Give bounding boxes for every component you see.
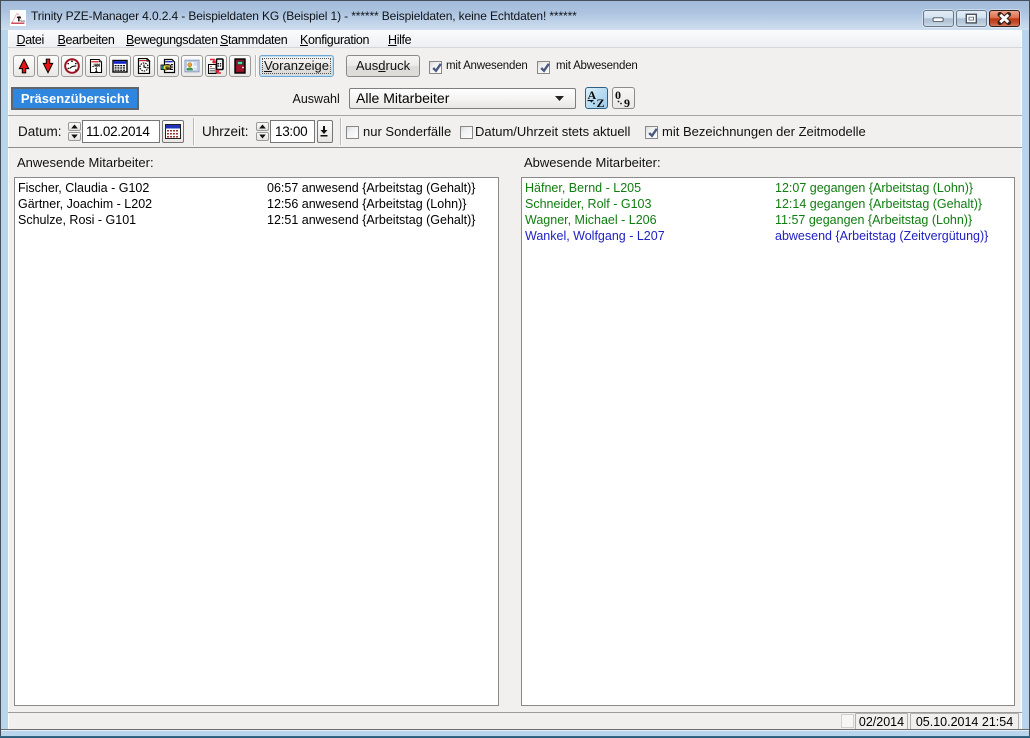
svg-text:9: 9 [624, 96, 630, 108]
svg-text:Z: Z [597, 96, 605, 108]
svg-text:A: A [588, 88, 597, 102]
svg-text:0: 0 [615, 88, 621, 102]
